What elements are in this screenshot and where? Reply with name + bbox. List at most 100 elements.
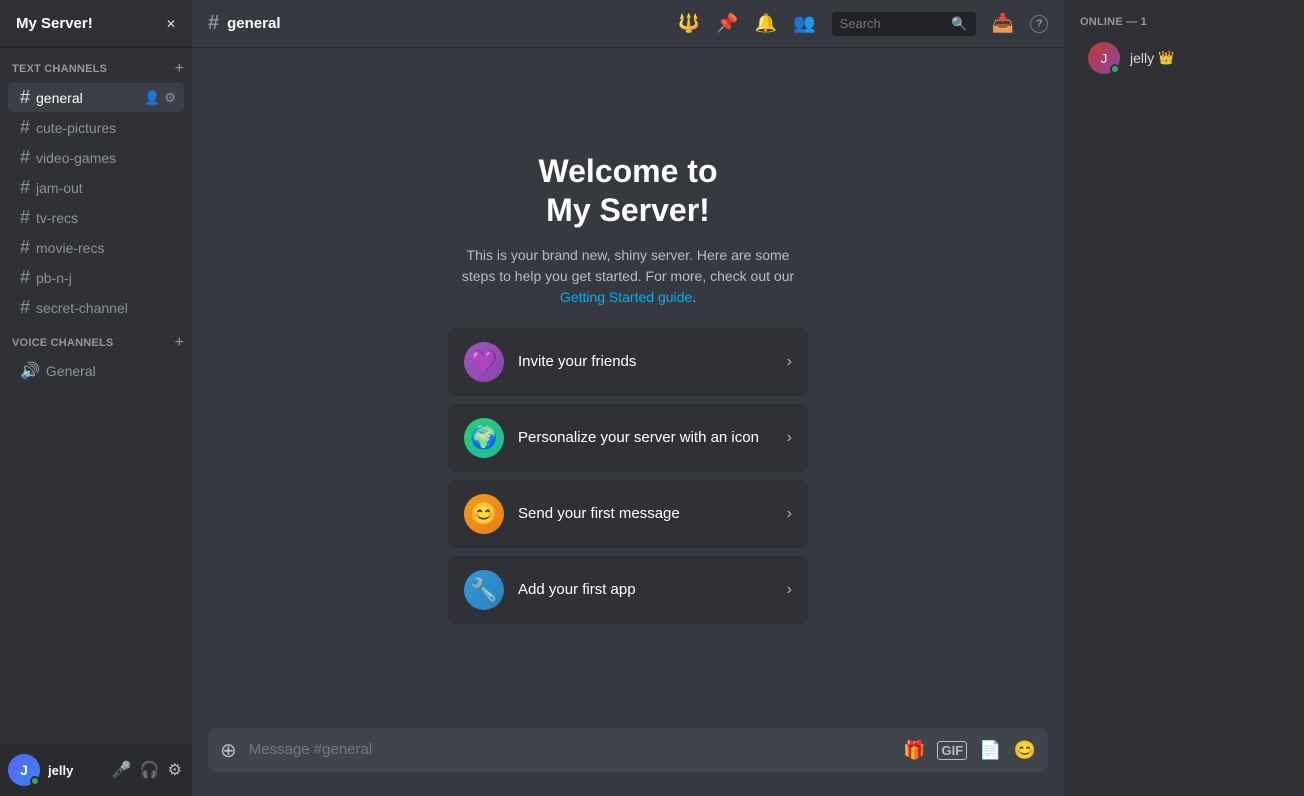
- upload-icon[interactable]: 📄: [979, 740, 1001, 761]
- chat-area: Welcome to My Server! This is your brand…: [192, 48, 1064, 796]
- action-card-icon-personalize: 🌍: [464, 418, 504, 458]
- channel-video-games[interactable]: # video-games: [8, 143, 184, 172]
- voice-channels-section: VOICE CHANNELS + 🔊 General: [0, 330, 192, 385]
- mention-icon[interactable]: 🔔: [755, 13, 777, 34]
- channel-cute-pictures[interactable]: # cute-pictures: [8, 113, 184, 142]
- inbox-icon[interactable]: 📥: [992, 13, 1014, 34]
- welcome-container: Welcome to My Server! This is your brand…: [428, 132, 828, 644]
- help-icon[interactable]: ?: [1030, 15, 1048, 33]
- voice-channels-label: VOICE CHANNELS: [12, 337, 113, 349]
- add-text-channel-button[interactable]: +: [175, 60, 184, 78]
- action-card-label-personalize: Personalize your server with an icon: [518, 429, 787, 446]
- action-card-arrow-app: ›: [787, 581, 792, 599]
- pin-icon[interactable]: 📌: [716, 13, 738, 34]
- action-card-arrow-message: ›: [787, 505, 792, 523]
- messages-area: Welcome to My Server! This is your brand…: [192, 48, 1064, 728]
- channel-name: tv-recs: [36, 210, 78, 226]
- channel-name-label: general: [227, 15, 280, 32]
- user-status-dot: [30, 776, 40, 786]
- channel-hash-icon: #: [20, 237, 30, 258]
- channel-hash-icon: #: [20, 117, 30, 138]
- channel-jam-out[interactable]: # jam-out: [8, 173, 184, 202]
- username-label: jelly: [48, 763, 110, 778]
- channel-pb-n-j[interactable]: # pb-n-j: [8, 263, 184, 292]
- action-card-message[interactable]: 😊 Send your first message ›: [448, 480, 808, 548]
- channel-hash-icon: #: [20, 147, 30, 168]
- text-channels-label: TEXT CHANNELS: [12, 63, 107, 75]
- text-channels-section: TEXT CHANNELS + # general 👤 ⚙ # cute-pic…: [0, 56, 192, 322]
- channel-tv-recs[interactable]: # tv-recs: [8, 203, 184, 232]
- channel-add-user-icon[interactable]: 👤: [144, 90, 160, 106]
- channel-name: cute-pictures: [36, 120, 116, 136]
- action-cards: 💜 Invite your friends › 🌍 Personalize yo…: [448, 328, 808, 624]
- user-avatar-wrapper: J: [8, 754, 40, 786]
- getting-started-link[interactable]: Getting Started guide: [560, 289, 692, 305]
- voice-channel-name: General: [46, 363, 96, 379]
- channel-hash-icon: #: [20, 207, 30, 228]
- action-card-label-app: Add your first app: [518, 581, 787, 598]
- server-dropdown-icon: ✕: [166, 17, 176, 31]
- channels-list: TEXT CHANNELS + # general 👤 ⚙ # cute-pic…: [0, 48, 192, 744]
- welcome-title-line1: Welcome to: [539, 153, 718, 189]
- channel-movie-recs[interactable]: # movie-recs: [8, 233, 184, 262]
- action-card-arrow-personalize: ›: [787, 429, 792, 447]
- user-settings-icon[interactable]: ⚙: [166, 758, 184, 782]
- member-item-jelly[interactable]: J jelly 👑: [1072, 36, 1296, 80]
- channel-hash-icon: #: [20, 87, 30, 108]
- gift-icon[interactable]: 🎁: [903, 740, 925, 761]
- channel-name: general: [36, 90, 83, 106]
- member-status-dot: [1110, 64, 1120, 74]
- channel-hash-icon: #: [208, 12, 219, 35]
- message-input[interactable]: [249, 739, 895, 761]
- top-bar-actions: 🔱 📌 🔔 👥 🔍 📥 ?: [678, 12, 1048, 36]
- message-input-box: ⊕ 🎁 GIF 📄 😊: [208, 728, 1048, 772]
- search-bar[interactable]: 🔍: [832, 12, 976, 36]
- channel-action-icons: 👤 ⚙: [144, 90, 176, 106]
- server-header[interactable]: My Server! ✕: [0, 0, 192, 48]
- action-card-app[interactable]: 🔧 Add your first app ›: [448, 556, 808, 624]
- action-card-icon-message: 😊: [464, 494, 504, 534]
- channel-name: pb-n-j: [36, 270, 72, 286]
- search-input[interactable]: [840, 16, 946, 31]
- emoji-icon[interactable]: 😊: [1014, 740, 1036, 761]
- member-avatar-wrapper: J: [1088, 42, 1120, 74]
- action-card-invite[interactable]: 💜 Invite your friends ›: [448, 328, 808, 396]
- welcome-title: Welcome to My Server!: [448, 152, 808, 229]
- boost-icon[interactable]: 🔱: [678, 13, 700, 34]
- message-add-button[interactable]: ⊕: [220, 738, 237, 763]
- user-panel: J jelly 🎤 🎧 ⚙: [0, 744, 192, 796]
- add-voice-channel-button[interactable]: +: [175, 334, 184, 352]
- action-card-personalize[interactable]: 🌍 Personalize your server with an icon ›: [448, 404, 808, 472]
- members-icon[interactable]: 👥: [793, 13, 815, 34]
- gif-icon[interactable]: GIF: [937, 741, 967, 760]
- text-channels-header[interactable]: TEXT CHANNELS +: [0, 56, 192, 82]
- message-input-area: ⊕ 🎁 GIF 📄 😊: [192, 728, 1064, 796]
- voice-channel-general[interactable]: 🔊 General: [8, 357, 184, 385]
- channel-hash-icon: #: [20, 177, 30, 198]
- channel-general[interactable]: # general 👤 ⚙: [8, 83, 184, 112]
- voice-channels-header[interactable]: VOICE CHANNELS +: [0, 330, 192, 356]
- channel-name: movie-recs: [36, 240, 104, 256]
- channel-name: jam-out: [36, 180, 83, 196]
- welcome-description: This is your brand new, shiny server. He…: [448, 245, 808, 308]
- user-controls: 🎤 🎧 ⚙: [110, 758, 184, 782]
- channel-title: # general: [208, 12, 280, 35]
- channel-secret-channel[interactable]: # secret-channel: [8, 293, 184, 322]
- channel-settings-icon[interactable]: ⚙: [164, 90, 176, 106]
- server-name: My Server!: [16, 15, 93, 32]
- action-card-label-message: Send your first message: [518, 505, 787, 522]
- action-card-icon-app: 🔧: [464, 570, 504, 610]
- member-name: jelly: [1130, 50, 1154, 66]
- deafen-icon[interactable]: 🎧: [138, 758, 162, 782]
- online-section-title: ONLINE — 1: [1064, 16, 1304, 28]
- message-tools: 🎁 GIF 📄 😊: [903, 740, 1036, 761]
- sidebar: My Server! ✕ TEXT CHANNELS + # general 👤…: [0, 0, 192, 796]
- voice-channel-icon: 🔊: [20, 361, 40, 381]
- action-card-arrow-invite: ›: [787, 353, 792, 371]
- mute-icon[interactable]: 🎤: [110, 758, 134, 782]
- member-badge-crown: 👑: [1158, 50, 1174, 66]
- action-card-label-invite: Invite your friends: [518, 353, 787, 370]
- action-card-icon-invite: 💜: [464, 342, 504, 382]
- right-panel: ONLINE — 1 J jelly 👑: [1064, 0, 1304, 796]
- channel-hash-icon: #: [20, 267, 30, 288]
